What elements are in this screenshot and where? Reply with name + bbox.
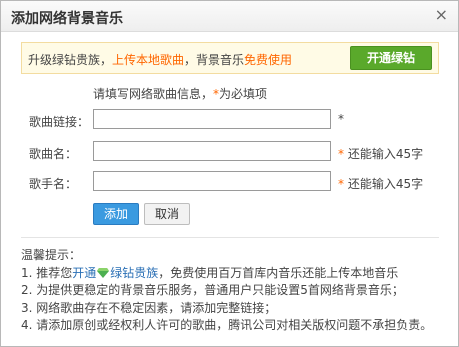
dialog-title: 添加网络背景音乐 — [11, 11, 123, 27]
tip-line-3: 3. 网络歌曲存在不稳定因素，请添加完整链接； — [21, 300, 277, 315]
promo-text-middle: ，背景音乐 — [184, 53, 245, 67]
cancel-button[interactable]: 取消 — [144, 203, 190, 225]
upload-local-song-link[interactable]: 上传本地歌曲 — [112, 53, 184, 67]
singer-counter: * 还能输入45字 — [338, 175, 423, 192]
singer-remaining: 还能输入45字 — [347, 177, 424, 191]
dialog-titlebar: 添加网络背景音乐 × — [1, 1, 458, 32]
tips-section: 温馨提示： 1. 推荐您开通 绿钻贵族，免费使用百万首库内音乐还能上传本地音乐 2… — [21, 247, 451, 335]
add-button[interactable]: 添加 — [93, 203, 139, 225]
form-hint: 请填写网络歌曲信息，*为必填项 — [93, 85, 267, 102]
tip-line-2: 2. 为提供更稳定的背景音乐服务，普通用户只能设置5首网络背景音乐； — [21, 283, 404, 297]
tip-line-1: 1. 推荐您开通 绿钻贵族，免费使用百万首库内音乐还能上传本地音乐 — [21, 265, 451, 283]
tip-1-suffix: ，免费使用百万首库内音乐还能上传本地音乐 — [158, 265, 399, 280]
song-name-counter: * 还能输入45字 — [338, 145, 423, 162]
song-name-label: 歌曲名： — [29, 147, 78, 161]
close-icon[interactable]: × — [435, 6, 448, 24]
add-music-dialog: 添加网络背景音乐 × 升级绿钻贵族，上传本地歌曲，背景音乐免费使用 开通绿钻 请… — [0, 0, 459, 347]
song-name-required-star: * — [338, 147, 344, 161]
promo-banner: 升级绿钻贵族，上传本地歌曲，背景音乐免费使用 开通绿钻 — [21, 42, 439, 74]
song-link-label: 歌曲链接： — [29, 115, 90, 129]
singer-label: 歌手名： — [29, 177, 78, 191]
promo-text: 升级绿钻贵族，上传本地歌曲，背景音乐免费使用 — [28, 51, 292, 68]
tip-1-prefix: 1. 推荐您 — [21, 265, 73, 280]
promo-text-before: 升级绿钻贵族， — [28, 53, 113, 67]
song-name-remaining: 还能输入45字 — [347, 147, 424, 161]
tip-green-diamond-link[interactable]: 绿钻贵族 — [110, 266, 158, 280]
tip-open-link[interactable]: 开通 — [72, 266, 96, 280]
free-use-text: 免费使用 — [244, 53, 293, 67]
form-hint-suffix: 为必填项 — [219, 87, 268, 101]
song-link-required-star: * — [338, 112, 344, 126]
singer-input[interactable] — [93, 171, 331, 191]
tips-heading: 温馨提示： — [21, 248, 82, 262]
tips-divider — [21, 237, 439, 238]
green-diamond-icon — [97, 267, 110, 278]
tip-line-4: 4. 请添加原创或经权利人许可的歌曲，腾讯公司对相关版权问题不承担负责。 — [21, 318, 433, 332]
song-name-input[interactable] — [93, 141, 331, 161]
form-hint-prefix: 请填写网络歌曲信息， — [93, 87, 214, 101]
singer-required-star: * — [338, 177, 344, 191]
open-green-diamond-button[interactable]: 开通绿钻 — [350, 46, 432, 70]
song-link-input[interactable] — [93, 109, 331, 129]
